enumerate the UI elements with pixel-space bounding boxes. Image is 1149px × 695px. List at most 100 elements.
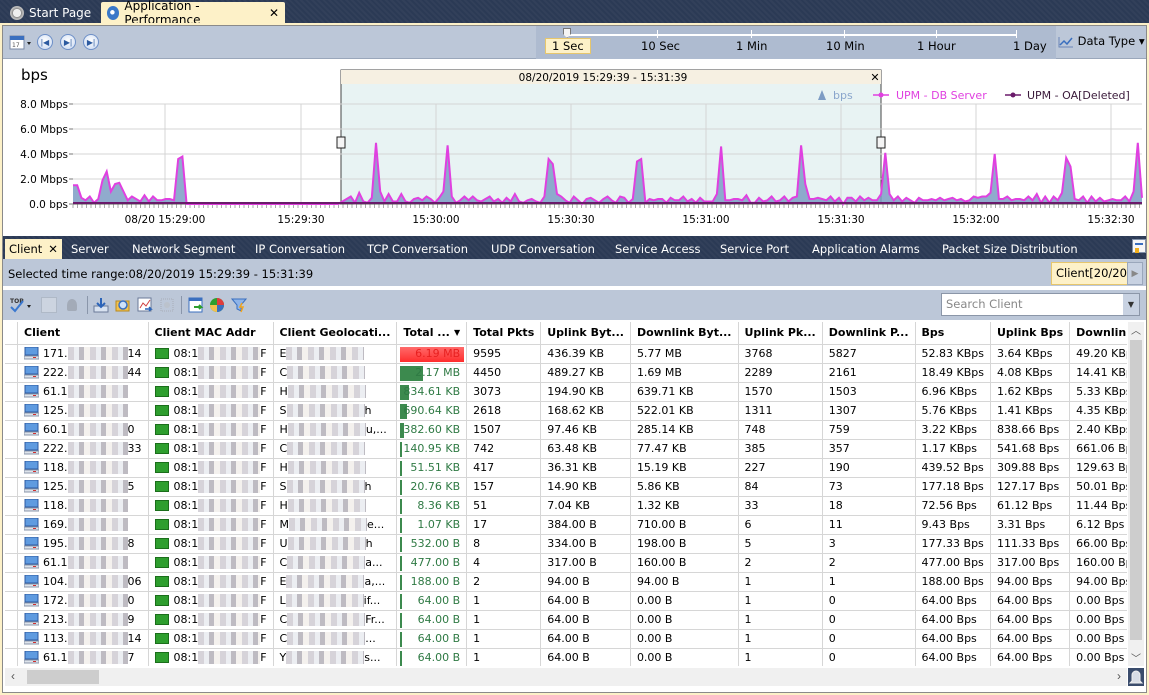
geolocation-cell[interactable]: Sh	[273, 401, 398, 421]
column-header-downlink-p[interactable]: Downlink P...	[822, 322, 916, 345]
column-header-downlink-byt[interactable]: Downlink Byt...	[630, 322, 739, 345]
user-button-disabled[interactable]	[65, 297, 81, 313]
column-header-client[interactable]: Client	[17, 322, 149, 345]
tab-tcp-conversation[interactable]: TCP Conversation	[363, 239, 472, 259]
scroll-up-icon[interactable]: ︿	[1128, 322, 1144, 338]
scroll-right-icon[interactable]: ›	[1117, 669, 1121, 683]
table-row[interactable]: 195. 8 08:1 F Uh 532.00 B 8 334.00 B 198.00 B531…	[5, 534, 1127, 554]
table-row[interactable]: 169. 08:1 F Me... 1.07 KB 17 384.00 B 710.00 B6…	[5, 515, 1127, 535]
mac-cell[interactable]: 08:1 F	[148, 610, 274, 630]
total-bytes-cell[interactable]: 64.00 B	[396, 629, 468, 649]
total-bytes-cell[interactable]: 690.64 KB	[396, 401, 468, 421]
total-bytes-cell[interactable]: 834.61 KB	[396, 382, 468, 402]
search-client-input[interactable]: Search Client ▼	[941, 293, 1140, 316]
tab-udp-conversation[interactable]: UDP Conversation	[487, 239, 599, 259]
total-bytes-cell[interactable]: 140.95 KB	[396, 439, 468, 459]
geolocation-cell[interactable]: H	[273, 382, 398, 402]
total-bytes-cell[interactable]: 64.00 B	[396, 591, 468, 611]
table-row[interactable]: 61.1 7 08:1 F Ys... 64.00 B 1 64.00 B 0.00 B 1 0 64…	[5, 648, 1127, 666]
report-button[interactable]	[137, 297, 153, 313]
client-cell[interactable]: 172. 0	[17, 591, 149, 611]
table-row[interactable]: 171. 14 08:1 F E 6.19 MB 9595 436.39 KB 5.77 MB 3…	[5, 344, 1127, 364]
mac-cell[interactable]: 08:1 F	[148, 439, 274, 459]
column-header-downlink-b[interactable]: Downlink B...	[1069, 322, 1127, 345]
tab-ip-conversation[interactable]: IP Conversation	[251, 239, 349, 259]
scale-1-day[interactable]: 1 Day	[1013, 39, 1047, 53]
table-row[interactable]: 118. 08:1 F H 51.51 KB 417 36.31 KB 15.19 KB 227…	[5, 458, 1127, 478]
alarm-bell-button[interactable]	[1128, 668, 1144, 686]
grid-button-disabled[interactable]	[159, 297, 175, 313]
total-bytes-cell[interactable]: 64.00 B	[396, 610, 468, 630]
geolocation-cell[interactable]: C Fr...	[273, 610, 398, 630]
total-bytes-cell[interactable]: 188.00 B	[396, 572, 468, 592]
total-bytes-cell[interactable]: 64.00 B	[396, 648, 468, 666]
horizontal-scrollbar[interactable]: ‹ ›	[5, 668, 1127, 686]
hscroll-thumb[interactable]	[27, 670, 99, 684]
total-bytes-cell[interactable]: 51.51 KB	[396, 458, 468, 478]
column-header-uplink-pk[interactable]: Uplink Pk...	[738, 322, 823, 345]
client-cell[interactable]: 61.1	[17, 382, 149, 402]
mac-cell[interactable]: 08:1 F	[148, 515, 274, 535]
panel-menu-icon[interactable]	[1132, 239, 1146, 253]
geolocation-cell[interactable]: H	[273, 458, 398, 478]
geolocation-cell[interactable]: E	[273, 344, 398, 364]
geolocation-cell[interactable]: C	[273, 439, 398, 459]
pie-chart-button[interactable]	[209, 297, 225, 313]
table-row[interactable]: 113. 14 08:1 F C... 64.00 B 1 64.00 B 0.00 B 1 0 64…	[5, 629, 1127, 649]
tab-client[interactable]: Client ✕	[5, 239, 62, 259]
filter-button[interactable]	[230, 297, 248, 313]
table-row[interactable]: 60.1 0 08:1 F Hu,... 382.60 KB 1507 97.46 KB 285…	[5, 420, 1127, 440]
client-cell[interactable]: 222. 44	[17, 363, 149, 383]
table-row[interactable]: 222. 44 08:1 F C 2.17 MB 4450 489.27 KB 1.69 MB 2…	[5, 363, 1127, 383]
geolocation-cell[interactable]: Ea,...	[273, 572, 398, 592]
column-header-total-pkts[interactable]: Total Pkts	[466, 322, 542, 345]
client-cell[interactable]: 169.	[17, 515, 149, 535]
next-button[interactable]: ▶|	[60, 34, 76, 50]
client-cell[interactable]: 60.1 0	[17, 420, 149, 440]
bps-chart[interactable]: bps 08/20/2019 15:29:39 - 15:31:39 ✕ 0.0 bp…	[3, 60, 1146, 235]
client-cell[interactable]: 171. 14	[17, 344, 149, 364]
close-tab-icon[interactable]: ✕	[48, 242, 58, 256]
tab-packet-size-distribution[interactable]: Packet Size Distribution	[938, 239, 1082, 259]
mac-cell[interactable]: 08:1 F	[148, 572, 274, 592]
table-row[interactable]: 118. 08:1 F H 8.36 KB 51 7.04 KB 1.32 KB 33 18 72.…	[5, 496, 1127, 516]
column-header-client-mac-addr[interactable]: Client MAC Addr	[148, 322, 274, 345]
total-bytes-cell[interactable]: 20.76 KB	[396, 477, 468, 497]
total-bytes-cell[interactable]: 1.07 KB	[396, 515, 468, 535]
geolocation-cell[interactable]: Ys...	[273, 648, 398, 666]
mac-cell[interactable]: 08:1 F	[148, 629, 274, 649]
client-cell[interactable]: 113. 14	[17, 629, 149, 649]
time-scale-slider[interactable]: 1 Sec 10 Sec 1 Min 10 Min 1 Hour 1 Day	[536, 26, 1056, 59]
client-count-badge[interactable]: Client[20/20]	[1051, 262, 1137, 285]
mac-cell[interactable]: 08:1 F	[148, 382, 274, 402]
column-header-uplink-byt[interactable]: Uplink Byt...	[540, 322, 631, 345]
client-cell[interactable]: 61.1 7	[17, 648, 149, 666]
tab-start-page[interactable]: Start Page	[4, 2, 97, 23]
latest-locked-button[interactable]: ▶|	[83, 34, 99, 50]
client-cell[interactable]: 118.	[17, 496, 149, 516]
total-bytes-cell[interactable]: 532.00 B	[396, 534, 468, 554]
client-cell[interactable]: 222. 33	[17, 439, 149, 459]
table-row[interactable]: 222. 33 08:1 F C 140.95 KB 742 63.48 KB 77.47 KB…	[5, 439, 1127, 459]
column-header-total[interactable]: Total ... ▼	[396, 322, 468, 345]
geolocation-cell[interactable]: Me...	[273, 515, 398, 535]
geolocation-cell[interactable]: Lif...	[273, 591, 398, 611]
data-type-dropdown[interactable]: Data Type ▾	[1058, 34, 1145, 48]
table-row[interactable]: 104. 06 08:1 F Ea,... 188.00 B 2 94.00 B 94.00 B…	[5, 572, 1127, 592]
export-button[interactable]	[93, 297, 109, 313]
table-row[interactable]: 61.1 08:1 F H 834.61 KB 3073 194.90 KB 639.71 K…	[5, 382, 1127, 402]
geolocation-cell[interactable]: C	[273, 363, 398, 383]
scroll-down-icon[interactable]: ﹀	[1128, 650, 1144, 666]
table-row[interactable]: 213. 9 08:1 F C Fr... 64.00 B 1 64.00 B 0.00 B106…	[5, 610, 1127, 630]
mac-cell[interactable]: 08:1 F	[148, 591, 274, 611]
mac-cell[interactable]: 08:1 F	[148, 344, 274, 364]
column-header-uplink-bps[interactable]: Uplink Bps	[990, 322, 1071, 345]
client-cell[interactable]: 213. 9	[17, 610, 149, 630]
scale-10-sec[interactable]: 10 Sec	[641, 39, 680, 53]
tab-application-alarms[interactable]: Application Alarms	[808, 239, 924, 259]
geolocation-cell[interactable]: Sh	[273, 477, 398, 497]
mac-cell[interactable]: 08:1 F	[148, 477, 274, 497]
scale-1-sec[interactable]: 1 Sec	[545, 38, 591, 54]
client-cell[interactable]: 61.1	[17, 553, 149, 573]
total-bytes-cell[interactable]: 477.00 B	[396, 553, 468, 573]
